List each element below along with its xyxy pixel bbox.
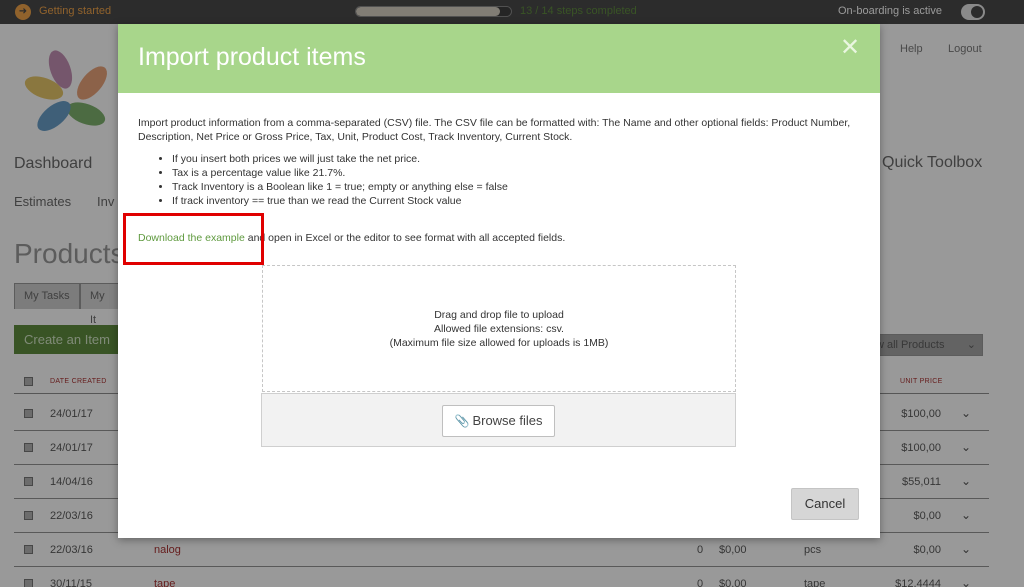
file-drop-zone[interactable]: Drag and drop file to upload Allowed fil… <box>262 265 736 392</box>
browse-area: 📎 Browse files <box>261 393 736 447</box>
list-item: If you insert both prices we will just t… <box>172 152 852 166</box>
browse-files-button[interactable]: 📎 Browse files <box>442 405 555 437</box>
import-rules-list: If you insert both prices we will just t… <box>172 152 852 208</box>
drop-instruction: Drag and drop file to upload <box>434 309 564 321</box>
cancel-button[interactable]: Cancel <box>791 488 859 520</box>
download-line-text: and open in Excel or the editor to see f… <box>244 232 566 244</box>
highlight-box <box>123 213 264 265</box>
import-description: Import product information from a comma-… <box>138 117 851 143</box>
list-item: Tax is a percentage value like 21.7%. <box>172 166 852 180</box>
dialog-header: Import product items ✕ <box>118 24 880 93</box>
list-item: Track Inventory is a Boolean like 1 = tr… <box>172 180 852 194</box>
close-icon[interactable]: ✕ <box>840 36 860 60</box>
browse-files-label: Browse files <box>472 413 543 428</box>
allowed-extensions: Allowed file extensions: csv. <box>434 323 564 335</box>
paperclip-icon: 📎 <box>454 414 470 428</box>
max-file-size: (Maximum file size allowed for uploads i… <box>389 337 609 349</box>
dialog-title: Import product items <box>138 43 366 71</box>
import-product-items-dialog: Import product items ✕ Import product in… <box>118 24 880 538</box>
list-item: If track inventory == true than we read … <box>172 194 852 208</box>
